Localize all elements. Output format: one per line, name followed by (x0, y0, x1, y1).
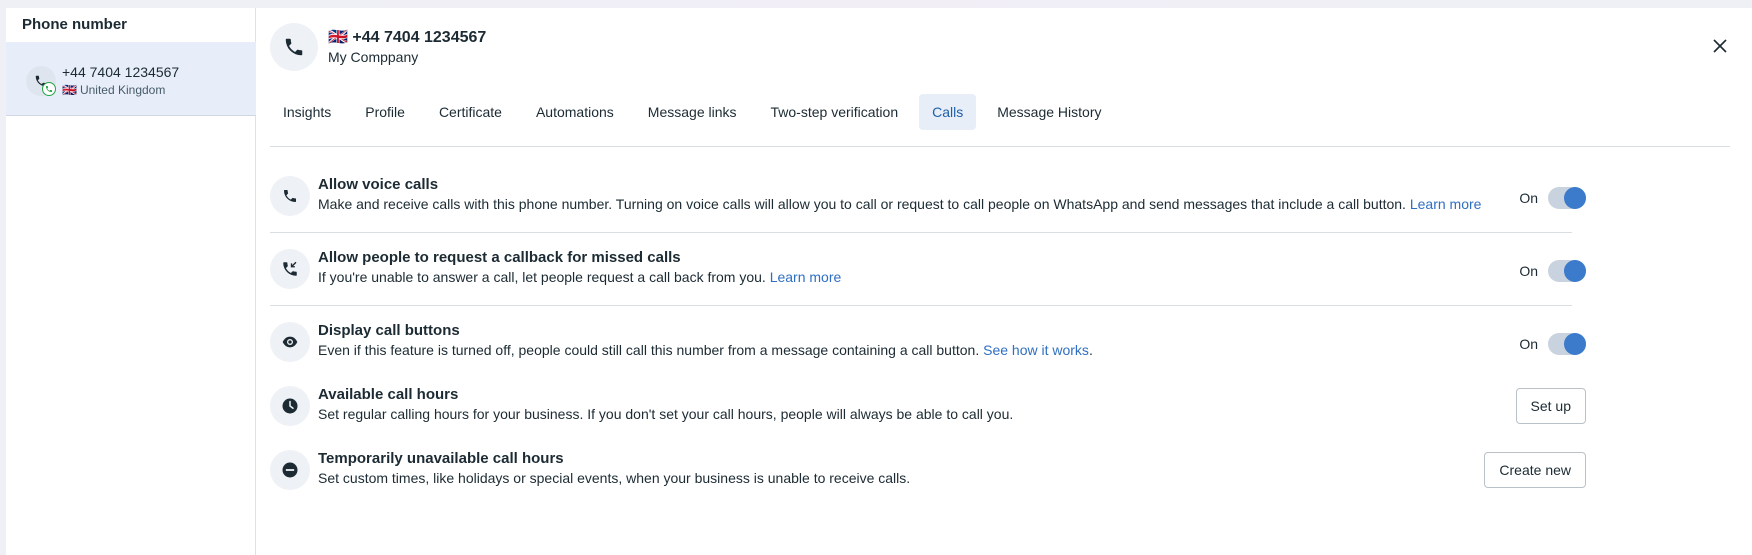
clock-icon (270, 386, 310, 426)
callback-toggle-group: On (1519, 257, 1586, 285)
page-title: 🇬🇧 +44 7404 1234567 (328, 27, 486, 47)
row-divider (270, 232, 1572, 233)
setting-voice-calls: Allow voice calls Make and receive calls… (270, 176, 1586, 224)
setting-description: Make and receive calls with this phone n… (318, 196, 1481, 212)
tab-profile[interactable]: Profile (352, 94, 418, 130)
setting-title: Allow voice calls (318, 176, 439, 193)
setting-title: Available call hours (318, 386, 459, 403)
setting-description: Set regular calling hours for your busin… (318, 406, 1014, 422)
uk-flag-icon: 🇬🇧 (62, 83, 77, 97)
toggle-state-label: On (1519, 263, 1538, 279)
setting-description: Set custom times, like holidays or speci… (318, 470, 911, 486)
voice-calls-toggle[interactable] (1548, 187, 1586, 209)
close-icon (1713, 39, 1727, 53)
uk-flag-icon: 🇬🇧 (328, 29, 348, 46)
tab-bar: Insights Profile Certificate Automations… (270, 94, 1123, 130)
tab-two-step-verification[interactable]: Two-step verification (758, 94, 912, 130)
setting-description-text: Even if this feature is turned off, peop… (318, 342, 980, 358)
tab-insights[interactable]: Insights (270, 94, 344, 130)
phone-icon (270, 176, 310, 216)
setting-description: Even if this feature is turned off, peop… (318, 342, 1093, 358)
set-up-button[interactable]: Set up (1515, 388, 1586, 424)
eye-icon (270, 322, 310, 362)
setting-callback: Allow people to request a callback for m… (270, 249, 1586, 297)
header-company-name: My Comppany (328, 49, 419, 65)
row-divider (270, 305, 1572, 306)
main-panel: 🇬🇧 +44 7404 1234567 My Comppany Insights… (256, 8, 1752, 555)
learn-more-link[interactable]: Learn more (770, 269, 842, 285)
whatsapp-icon (42, 82, 56, 96)
call-buttons-toggle[interactable] (1548, 333, 1586, 355)
missed-call-icon (270, 249, 310, 289)
sidebar-item-country: 🇬🇧 United Kingdom (62, 83, 165, 97)
see-how-it-works-link[interactable]: See how it works (983, 342, 1089, 358)
tab-automations[interactable]: Automations (523, 94, 627, 130)
setting-description-text: If you're unable to answer a call, let p… (318, 269, 766, 285)
voice-calls-toggle-group: On (1519, 184, 1586, 212)
learn-more-link[interactable]: Learn more (1410, 196, 1482, 212)
tab-certificate[interactable]: Certificate (426, 94, 515, 130)
toggle-knob (1564, 187, 1586, 209)
sidebar-item-country-name: United Kingdom (79, 83, 166, 97)
app-frame: Phone number +44 7404 1234567 🇬🇧 United K… (6, 8, 1752, 555)
setting-description-text: Make and receive calls with this phone n… (318, 196, 1406, 212)
toggle-state-label: On (1519, 190, 1538, 206)
sidebar-item-phone-number[interactable]: +44 7404 1234567 🇬🇧 United Kingdom (6, 42, 256, 116)
tab-calls[interactable]: Calls (919, 94, 977, 130)
setting-title: Temporarily unavailable call hours (318, 450, 564, 467)
setting-title: Allow people to request a callback for m… (318, 249, 681, 266)
toggle-knob (1564, 333, 1586, 355)
callback-toggle[interactable] (1548, 260, 1586, 282)
phone-icon (270, 23, 318, 71)
tabs-divider (270, 146, 1730, 147)
tab-message-history[interactable]: Message History (984, 94, 1114, 130)
close-button[interactable] (1710, 36, 1730, 56)
description-suffix: . (1088, 342, 1093, 358)
header-phone-number: +44 7404 1234567 (352, 29, 487, 46)
sidebar: Phone number +44 7404 1234567 🇬🇧 United K… (6, 8, 256, 555)
sidebar-item-number: +44 7404 1234567 (62, 64, 180, 80)
setting-title: Display call buttons (318, 322, 460, 339)
create-new-button[interactable]: Create new (1484, 452, 1586, 488)
setting-description: If you're unable to answer a call, let p… (318, 269, 841, 285)
toggle-knob (1564, 260, 1586, 282)
setting-call-hours: Available call hours Set regular calling… (270, 386, 1586, 434)
tab-message-links[interactable]: Message links (635, 94, 750, 130)
minus-circle-icon (270, 450, 310, 490)
setting-unavailable-hours: Temporarily unavailable call hours Set c… (270, 450, 1586, 498)
toggle-state-label: On (1519, 336, 1538, 352)
call-buttons-toggle-group: On (1519, 330, 1586, 358)
setting-call-buttons: Display call buttons Even if this featur… (270, 322, 1586, 370)
sidebar-title: Phone number (22, 16, 128, 33)
